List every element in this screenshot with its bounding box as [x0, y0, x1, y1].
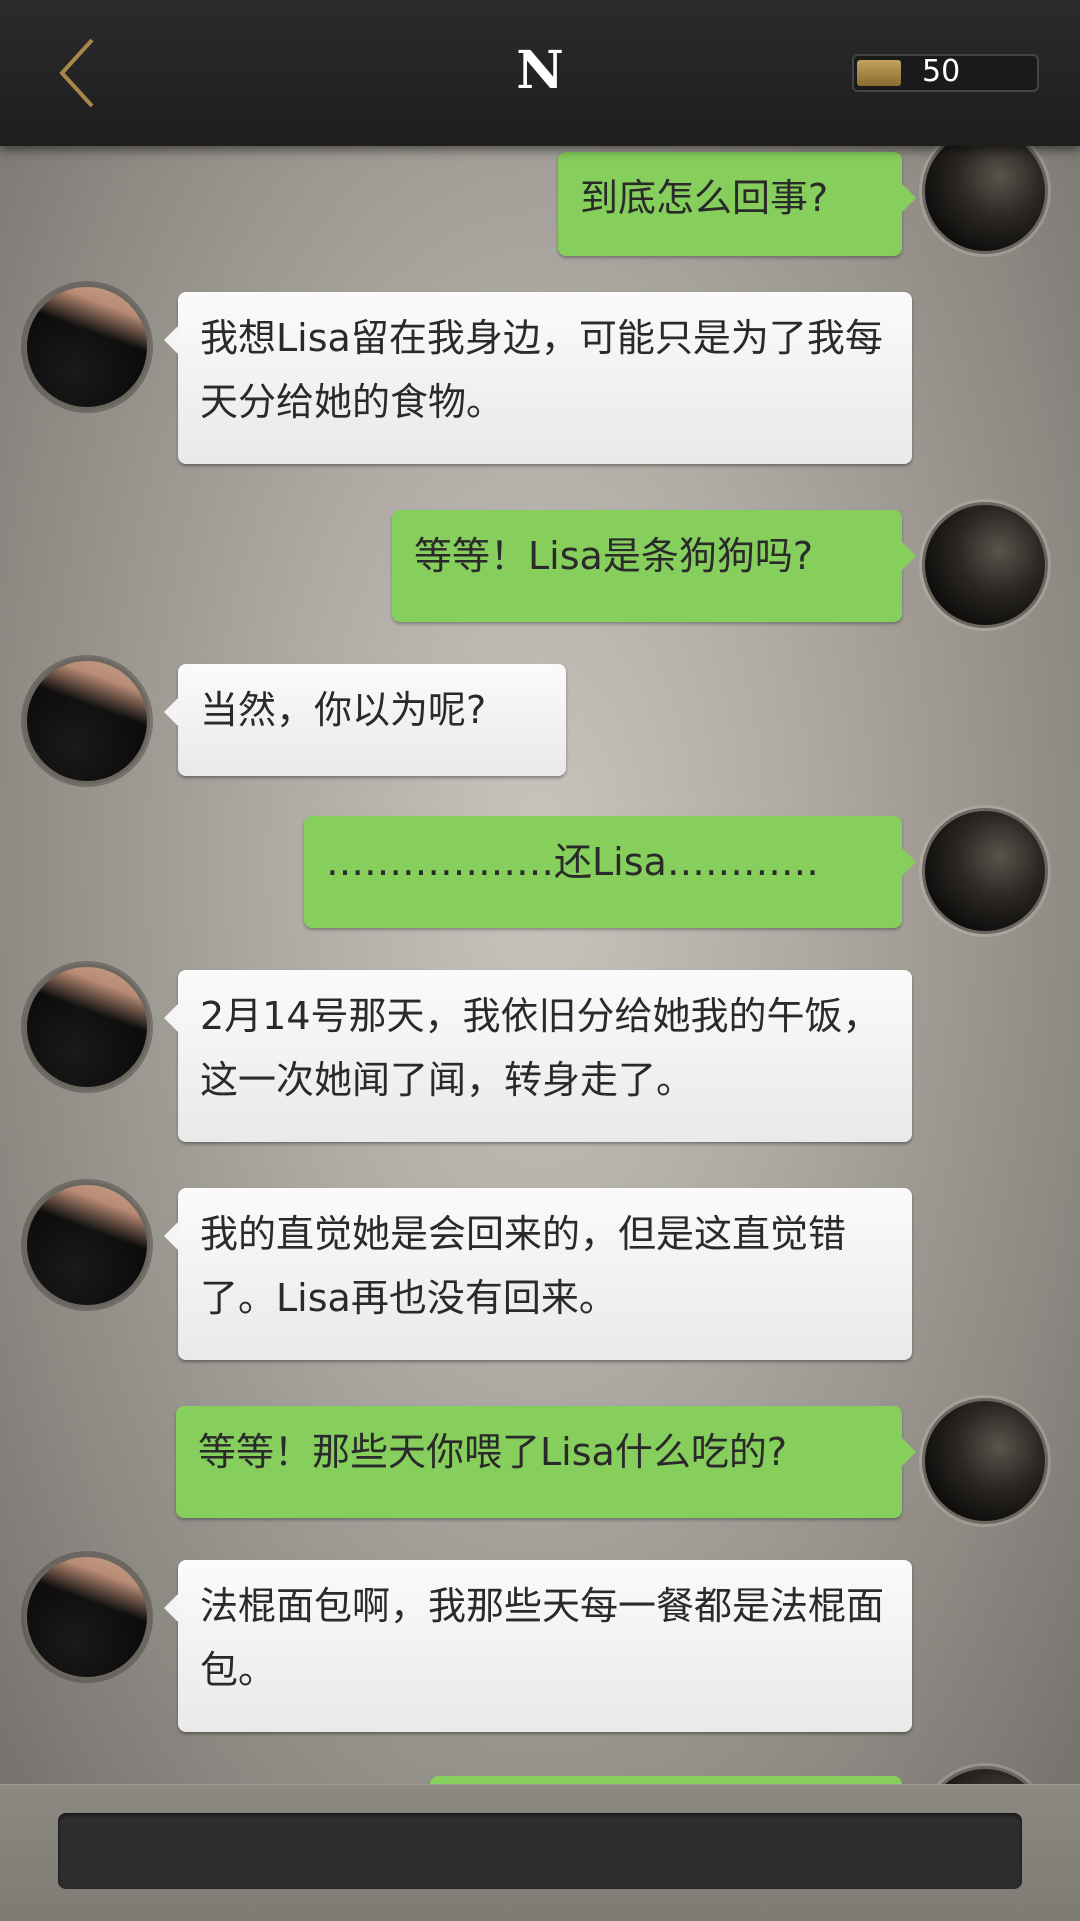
message-bubble-right: ………………还Lisa………… — [304, 816, 916, 928]
user-avatar — [922, 1398, 1048, 1524]
contact-avatar — [24, 658, 150, 784]
coin-count: 50 — [922, 54, 961, 89]
message-text: 2月14号那天，我依旧分给她我的午饭，这一次她闻了闻，转身走了。 — [200, 994, 881, 1102]
contact-avatar — [24, 1554, 150, 1680]
message-text: ………………还Lisa………… — [326, 840, 819, 884]
message-text: 到底怎么回事? — [580, 176, 829, 220]
message-bubble-right-partial — [430, 1776, 902, 1784]
message-bubble-right: 到底怎么回事? — [558, 152, 916, 256]
message-bubble-right: 等等！Lisa是条狗狗吗? — [392, 510, 916, 622]
message-text: 等等！那些天你喂了Lisa什么吃的? — [198, 1430, 787, 1474]
coin-counter[interactable]: 50 — [852, 54, 1039, 92]
message-text: 法棍面包啊，我那些天每一餐都是法棍面包。 — [200, 1584, 885, 1692]
bottom-bar — [0, 1784, 1080, 1921]
contact-avatar — [24, 1182, 150, 1308]
message-text: 我的直觉她是会回来的，但是这直觉错了。Lisa再也没有回来。 — [200, 1212, 847, 1320]
message-bubble-left: 当然，你以为呢? — [164, 664, 566, 776]
message-bubble-left: 法棍面包啊，我那些天每一餐都是法棍面包。 — [164, 1560, 912, 1732]
message-bubble-right: 等等！那些天你喂了Lisa什么吃的? — [176, 1406, 916, 1518]
reply-input-bar[interactable] — [58, 1813, 1022, 1889]
contact-avatar — [24, 964, 150, 1090]
user-avatar — [922, 1766, 1048, 1784]
user-avatar — [922, 808, 1048, 934]
message-text: 我想Lisa留在我身边，可能只是为了我每天分给她的食物。 — [200, 316, 883, 424]
chat-list[interactable]: 到底怎么回事? 我想Lisa留在我身边，可能只是为了我每天分给她的食物。 等等！… — [0, 146, 1080, 1784]
message-text: 等等！Lisa是条狗狗吗? — [414, 534, 813, 578]
top-bar: N 50 — [0, 0, 1080, 146]
message-text: 当然，你以为呢? — [200, 688, 487, 732]
user-avatar — [922, 502, 1048, 628]
contact-avatar — [24, 284, 150, 410]
message-bubble-left: 我想Lisa留在我身边，可能只是为了我每天分给她的食物。 — [164, 292, 912, 464]
message-bubble-left: 2月14号那天，我依旧分给她我的午饭，这一次她闻了闻，转身走了。 — [164, 970, 912, 1142]
message-bubble-left: 我的直觉她是会回来的，但是这直觉错了。Lisa再也没有回来。 — [164, 1188, 912, 1360]
coin-bar-icon — [857, 60, 901, 86]
user-avatar — [922, 146, 1048, 254]
